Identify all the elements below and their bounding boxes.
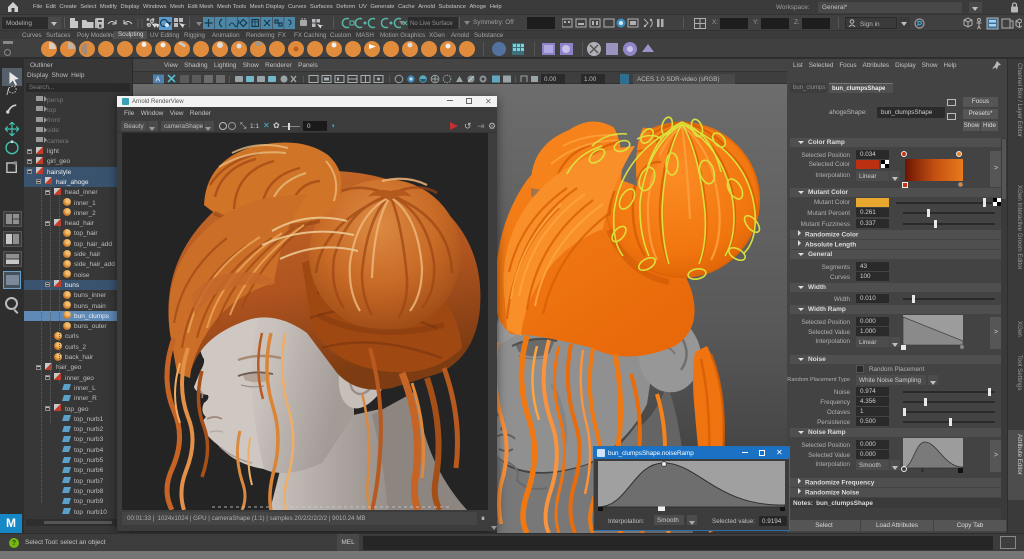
svg-text:A: A [156, 76, 161, 83]
